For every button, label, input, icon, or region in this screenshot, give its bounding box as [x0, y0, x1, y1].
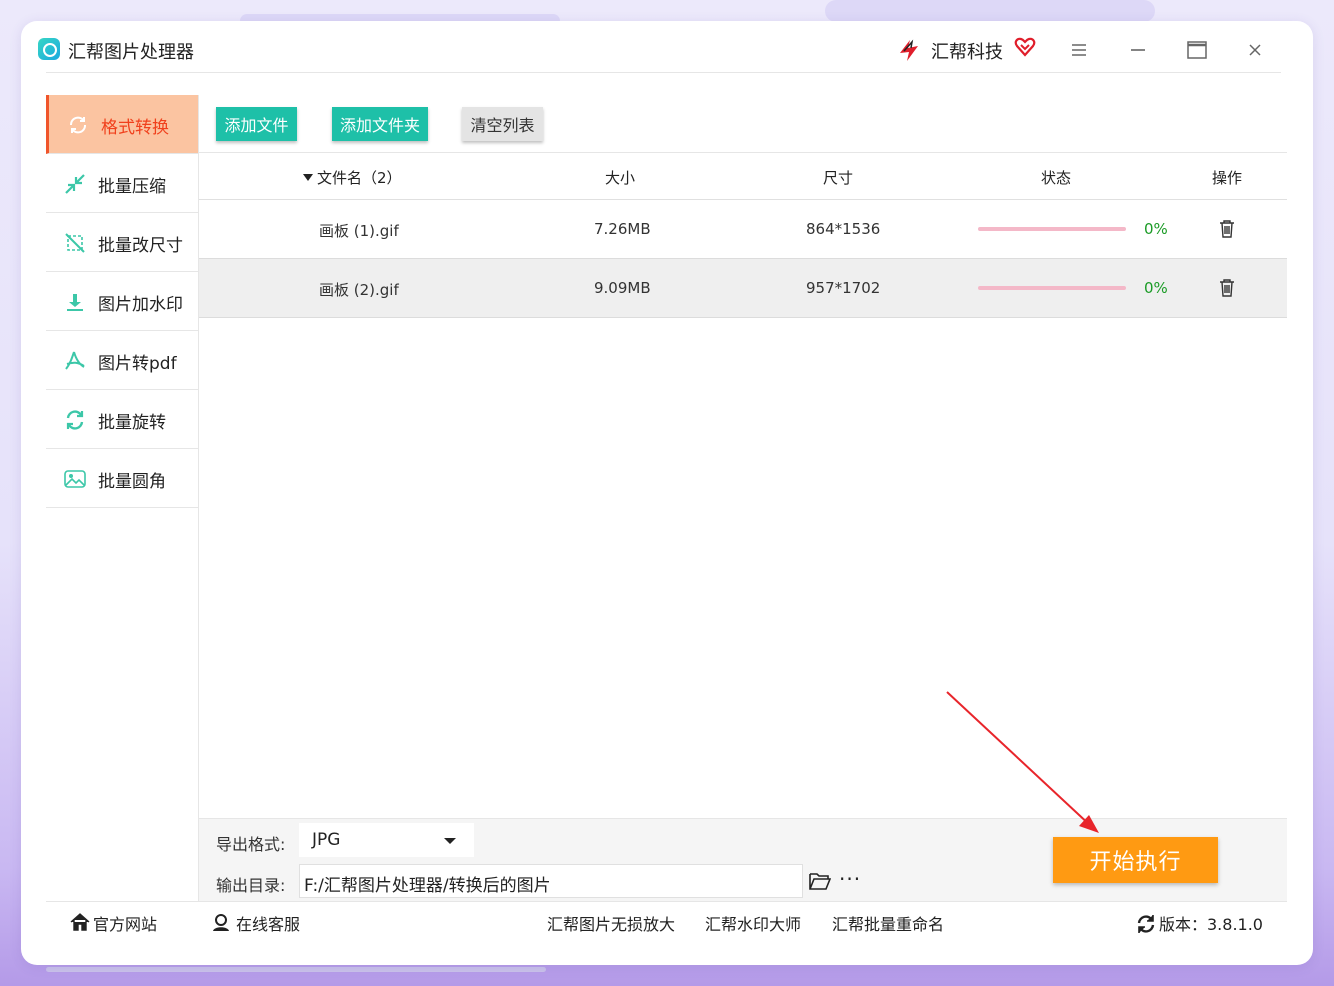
- sidebar-item-label: 图片转pdf: [98, 354, 177, 374]
- progress-percent: 0%: [1144, 279, 1168, 297]
- app-title: 汇帮图片处理器: [68, 42, 194, 63]
- sidebar-item-rounded-corner[interactable]: 批量圆角: [46, 449, 198, 508]
- column-header-size: 大小: [605, 169, 636, 187]
- output-dir-label: 输出目录:: [216, 876, 286, 895]
- start-button[interactable]: 开始执行: [1053, 837, 1218, 883]
- footer-bar: 官方网站 在线客服 汇帮图片无损放大 汇帮水印大师 汇帮批量重命名 版本：3.8…: [46, 901, 1287, 942]
- sidebar-item-label: 图片加水印: [98, 295, 183, 315]
- table-header: 文件名（2） 大小 尺寸 状态 操作: [199, 153, 1287, 200]
- sidebar-item-format-convert[interactable]: 格式转换: [46, 95, 198, 154]
- pdf-icon: [65, 351, 85, 370]
- file-size: 7.26MB: [594, 220, 651, 238]
- maximize-button[interactable]: [1180, 34, 1214, 66]
- sidebar-item-watermark[interactable]: 图片加水印: [46, 272, 198, 331]
- version-text: 版本：3.8.1.0: [1159, 915, 1263, 934]
- sidebar-item-label: 格式转换: [101, 118, 169, 138]
- brand-name: 汇帮科技: [931, 42, 1003, 63]
- column-header-action: 操作: [1212, 169, 1243, 187]
- format-label: 导出格式:: [216, 835, 286, 854]
- sidebar-item-label: 批量压缩: [98, 177, 166, 197]
- sidebar-item-label: 批量圆角: [98, 472, 166, 492]
- column-header-dimensions: 尺寸: [823, 169, 854, 187]
- file-name: 画板 (2).gif: [319, 281, 399, 299]
- dropdown-caret-icon: [444, 838, 456, 844]
- more-options-icon[interactable]: ···: [839, 869, 863, 891]
- sort-caret-icon: [303, 174, 313, 181]
- background-shape: [825, 0, 1155, 22]
- table-row[interactable]: 画板 (2).gif 9.09MB 957*1702 0%: [199, 259, 1287, 318]
- sidebar: 格式转换 批量压缩 批量改尺寸 图片加水印 图片转pdf 批量旋转 批量圆角: [46, 95, 199, 901]
- link-batch-rename[interactable]: 汇帮批量重命名: [832, 911, 944, 935]
- customer-service-icon: [213, 914, 229, 931]
- column-header-status: 状态: [1041, 169, 1072, 187]
- watermark-icon: [67, 294, 83, 311]
- file-name: 画板 (1).gif: [319, 222, 399, 240]
- file-size: 9.09MB: [594, 279, 651, 297]
- menu-button[interactable]: [1062, 34, 1096, 66]
- app-logo-icon: [38, 38, 60, 60]
- maximize-icon: [1187, 41, 1207, 59]
- delete-trash-icon[interactable]: [1218, 219, 1236, 239]
- sidebar-item-resize[interactable]: 批量改尺寸: [46, 213, 198, 272]
- sidebar-item-label: 批量旋转: [98, 413, 166, 433]
- rotate-icon: [66, 410, 84, 430]
- file-dimensions: 864*1536: [806, 220, 881, 238]
- output-dir-input[interactable]: F:/汇帮图片处理器/转换后的图片: [299, 864, 803, 898]
- title-bar: 汇帮图片处理器 汇帮科技: [38, 30, 1281, 73]
- official-site-link[interactable]: 官方网站: [93, 911, 157, 935]
- add-file-button[interactable]: 添加文件: [216, 107, 297, 141]
- refresh-icon[interactable]: [1136, 914, 1156, 934]
- open-folder-icon[interactable]: [809, 871, 831, 891]
- delete-trash-icon[interactable]: [1218, 278, 1236, 298]
- minimize-icon: [1131, 49, 1145, 51]
- progress-percent: 0%: [1144, 220, 1168, 238]
- format-select[interactable]: JPG: [299, 823, 474, 857]
- online-service-link[interactable]: 在线客服: [236, 911, 300, 935]
- progress-bar: [978, 227, 1126, 231]
- progress-bar: [978, 286, 1126, 290]
- horizontal-scrollbar[interactable]: [46, 967, 546, 972]
- sidebar-item-to-pdf[interactable]: 图片转pdf: [46, 331, 198, 390]
- sidebar-item-rotate[interactable]: 批量旋转: [46, 390, 198, 449]
- link-watermark-master[interactable]: 汇帮水印大师: [705, 911, 801, 935]
- sidebar-item-label: 批量改尺寸: [98, 236, 183, 256]
- sidebar-item-compress[interactable]: 批量压缩: [46, 154, 198, 213]
- resize-icon: [65, 233, 85, 253]
- home-icon: [70, 913, 90, 931]
- hamburger-icon: [1072, 44, 1086, 56]
- link-lossless-enlarge[interactable]: 汇帮图片无损放大: [547, 911, 675, 935]
- close-icon: [1249, 44, 1261, 56]
- minimize-button[interactable]: [1121, 34, 1155, 66]
- convert-icon: [70, 116, 86, 134]
- table-row[interactable]: 画板 (1).gif 7.26MB 864*1536 0%: [199, 200, 1287, 259]
- format-value: JPG: [312, 830, 341, 850]
- compress-icon: [65, 174, 85, 194]
- vip-heart-icon[interactable]: [1014, 36, 1036, 58]
- brand-logo-icon: [900, 39, 918, 61]
- output-settings-panel: 导出格式: JPG 输出目录: F:/汇帮图片处理器/转换后的图片 ··· 开始…: [199, 818, 1287, 901]
- clear-list-button[interactable]: 清空列表: [462, 107, 543, 141]
- file-dimensions: 957*1702: [806, 279, 881, 297]
- close-button[interactable]: [1238, 34, 1272, 66]
- rounded-corner-icon: [64, 470, 86, 488]
- column-header-name[interactable]: 文件名（2）: [303, 167, 402, 188]
- add-folder-button[interactable]: 添加文件夹: [332, 107, 428, 141]
- output-dir-value: F:/汇帮图片处理器/转换后的图片: [304, 876, 551, 896]
- column-header-name-label: 文件名（2）: [317, 169, 402, 187]
